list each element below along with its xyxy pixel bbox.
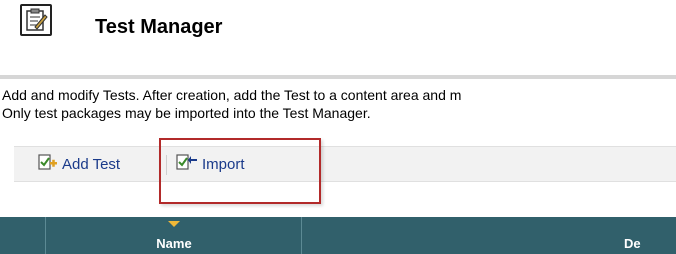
add-test-icon xyxy=(38,153,58,175)
page-description: Add and modify Tests. After creation, ad… xyxy=(2,86,676,122)
page-title: Test Manager xyxy=(95,16,223,38)
column-label-description: De xyxy=(624,236,641,251)
description-line-2: Only test packages may be imported into … xyxy=(2,105,371,121)
table-header-row: Name De xyxy=(0,217,676,254)
add-test-button[interactable]: Add Test xyxy=(38,153,120,175)
header-divider xyxy=(0,75,676,79)
column-header-name[interactable]: Name xyxy=(46,217,302,254)
action-bar: Add Test Import xyxy=(14,146,676,182)
import-highlight-box xyxy=(159,138,321,204)
column-header-description[interactable]: De xyxy=(302,217,676,254)
column-header-select xyxy=(0,217,46,254)
add-test-label: Add Test xyxy=(62,155,121,173)
page-header: Test Manager xyxy=(0,0,676,80)
column-label-name: Name xyxy=(156,236,192,251)
sort-descending-icon xyxy=(168,221,180,227)
description-line-1: Add and modify Tests. After creation, ad… xyxy=(2,87,462,103)
test-manager-clipboard-icon xyxy=(20,4,52,36)
